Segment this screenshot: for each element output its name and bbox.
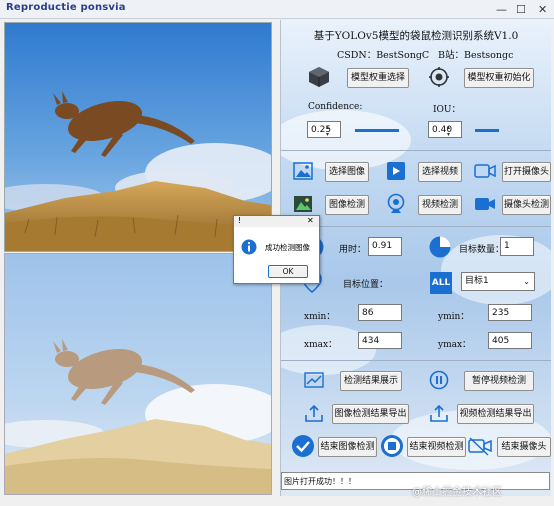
export-image-results-button[interactable]: 图像检测结果导出 bbox=[332, 404, 409, 424]
xmin-field: 86 bbox=[358, 304, 402, 321]
confidence-spinbox[interactable]: 0.25 bbox=[307, 121, 341, 138]
detected-kangaroo-photo bbox=[5, 254, 271, 494]
line-chart-icon bbox=[304, 372, 324, 388]
message-dialog: ! ✕ 成功检测图像 OK bbox=[233, 215, 320, 284]
export-video-results-button[interactable]: 视频检测结果导出 bbox=[457, 404, 534, 424]
check-circle-icon bbox=[292, 435, 314, 457]
kangaroo-photo bbox=[5, 23, 271, 251]
original-image-panel bbox=[4, 22, 272, 252]
pie-chart-icon bbox=[429, 236, 451, 258]
time-label: 用时： bbox=[339, 245, 367, 255]
site-watermark: @稀土掘金技术社区 bbox=[412, 487, 502, 498]
minimize-button[interactable]: — bbox=[496, 3, 507, 16]
target-select-dropdown[interactable]: 目标1 ⌄ bbox=[461, 272, 535, 291]
camera-icon bbox=[474, 164, 496, 178]
pause-video-button[interactable]: 暂停视频检测 bbox=[464, 371, 534, 391]
target-count-field: 1 bbox=[500, 237, 534, 256]
xmax-label: xmax： bbox=[304, 340, 338, 350]
spin-arrows-icon[interactable]: ▴ ▾ bbox=[326, 124, 329, 138]
camera-off-icon bbox=[468, 437, 492, 456]
upload-icon bbox=[430, 404, 448, 422]
dialog-close-button[interactable]: ✕ bbox=[307, 216, 314, 225]
target-count-label: 目标数量： bbox=[459, 245, 505, 255]
chevron-down-icon: ⌄ bbox=[523, 277, 530, 286]
target-select-value: 目标1 bbox=[465, 276, 489, 286]
video-detect-button[interactable]: 视频检测 bbox=[418, 195, 462, 215]
stop-circle-icon bbox=[381, 435, 403, 457]
ymax-field: 405 bbox=[488, 332, 532, 349]
ymax-label: ymax： bbox=[438, 340, 472, 350]
xmin-label: xmin： bbox=[304, 312, 336, 322]
ymin-field: 235 bbox=[488, 304, 532, 321]
window-title-bar: Reproductie ponsvia — ☐ ✕ bbox=[0, 0, 554, 19]
ymin-label: ymin： bbox=[438, 312, 470, 322]
maximize-button[interactable]: ☐ bbox=[516, 3, 526, 16]
webcam-icon bbox=[387, 193, 405, 213]
select-model-button[interactable]: 模型权重选择 bbox=[347, 68, 409, 88]
select-video-button[interactable]: 选择视频 bbox=[418, 162, 462, 182]
camera-detect-button[interactable]: 摄像头检测 bbox=[502, 195, 551, 215]
target-position-label: 目标位置： bbox=[343, 280, 389, 290]
video-file-icon bbox=[387, 162, 405, 180]
dialog-title: ! bbox=[238, 216, 242, 225]
all-targets-icon: ALL bbox=[430, 272, 452, 294]
dialog-ok-button[interactable]: OK bbox=[268, 265, 308, 278]
video-camera-icon bbox=[475, 198, 495, 210]
pause-icon bbox=[429, 370, 449, 390]
select-image-button[interactable]: 选择图像 bbox=[325, 162, 369, 182]
csdn-label: CSDN：BestSongC bbox=[337, 50, 430, 61]
app-title: 基于YOLOv5模型的袋鼠检测识别系统V1.0 bbox=[313, 30, 519, 42]
control-panel: 基于YOLOv5模型的袋鼠检测识别系统V1.0 CSDN：BestSongC B… bbox=[280, 20, 551, 496]
dialog-message: 成功检测图像 bbox=[265, 243, 310, 252]
confidence-label: Confidence: bbox=[308, 102, 363, 112]
image-detect-icon bbox=[294, 196, 312, 212]
confidence-slider[interactable] bbox=[355, 129, 399, 132]
open-camera-button[interactable]: 打开摄像头 bbox=[502, 162, 551, 182]
image-detect-button[interactable]: 图像检测 bbox=[325, 195, 369, 215]
watermark-text: Reproductie ponsvia bbox=[6, 2, 126, 13]
cube-icon bbox=[309, 67, 329, 87]
section-divider bbox=[281, 226, 551, 227]
end-image-detect-button[interactable]: 结束图像检测 bbox=[318, 437, 377, 457]
close-window-button[interactable]: ✕ bbox=[538, 3, 547, 16]
iou-slider[interactable] bbox=[475, 129, 499, 132]
detection-result-panel bbox=[4, 253, 272, 495]
bilibili-label: B站：Bestsongc bbox=[438, 50, 514, 61]
info-icon bbox=[241, 239, 257, 255]
target-icon bbox=[429, 67, 449, 87]
init-model-button[interactable]: 模型权重初始化 bbox=[464, 68, 534, 88]
section-divider bbox=[281, 150, 551, 151]
xmax-field: 434 bbox=[358, 332, 402, 349]
iou-spinbox[interactable]: 0.40 bbox=[428, 121, 462, 138]
upload-icon bbox=[305, 404, 323, 422]
iou-label: IOU： bbox=[433, 105, 461, 115]
end-camera-button[interactable]: 结束摄像头 bbox=[497, 437, 551, 457]
show-results-button[interactable]: 检测结果展示 bbox=[340, 371, 402, 391]
end-video-detect-button[interactable]: 结束视频检测 bbox=[407, 437, 466, 457]
image-icon bbox=[293, 162, 313, 180]
spin-arrows-icon[interactable]: ▴ ▾ bbox=[447, 124, 450, 138]
time-field: 0.91 bbox=[368, 237, 402, 256]
section-divider bbox=[281, 360, 551, 361]
